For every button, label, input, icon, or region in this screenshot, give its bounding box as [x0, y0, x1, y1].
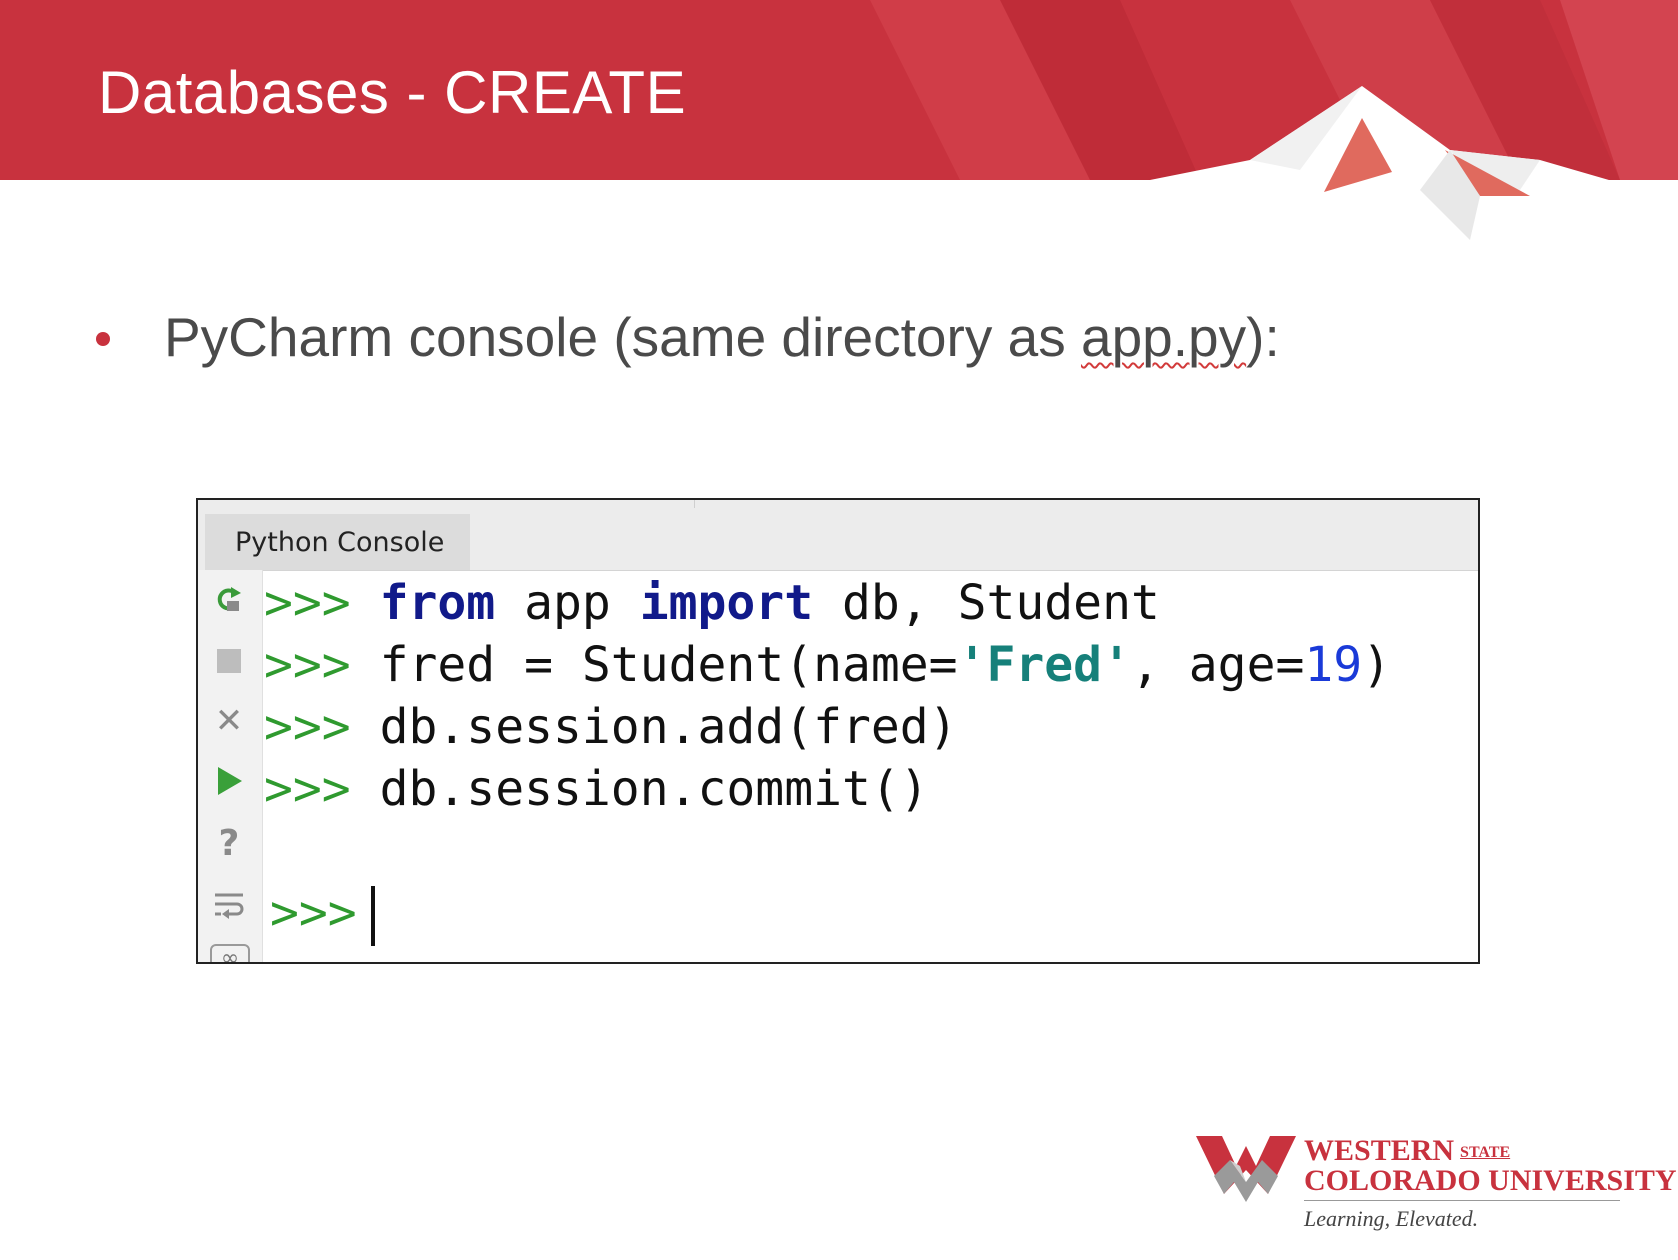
console-line: >>> fred = Student(name='Fred', age=19) — [264, 634, 1391, 696]
help-icon[interactable]: ? — [212, 823, 246, 864]
logo-w-mark-icon — [1196, 1136, 1296, 1202]
console-line: >>> from app import db, Student — [264, 572, 1160, 634]
code-text: app — [495, 575, 640, 631]
rerun-icon[interactable] — [212, 582, 246, 616]
console-toolbar: ✕ ? ∞ — [198, 570, 263, 962]
slide-title: Databases - CREATE — [98, 59, 687, 126]
code-text: db.session.add(fred) — [379, 699, 958, 755]
bullet-dot-icon — [96, 332, 110, 346]
number-literal: 19 — [1304, 637, 1363, 693]
prompt: >>> — [264, 575, 351, 631]
keyword: from — [379, 575, 496, 631]
code-text: db.session.commit() — [379, 761, 929, 817]
code-text: db, Student — [813, 575, 1160, 631]
console-line: >>> db.session.add(fred) — [264, 696, 958, 758]
logo-tagline: Learning, Elevated. — [1304, 1206, 1479, 1231]
console-line: >>> db.session.commit() — [264, 758, 929, 820]
code-text: fred = Student(name= — [379, 637, 958, 693]
string-literal: 'Fred' — [957, 637, 1131, 693]
logo-divider — [1304, 1200, 1620, 1201]
keyword: import — [639, 575, 814, 631]
prompt: >>> — [264, 699, 351, 755]
code-text: ) — [1362, 637, 1392, 693]
console-input-line[interactable]: >>> — [270, 882, 375, 946]
bullet-item: PyCharm console (same directory as app.p… — [96, 305, 1280, 369]
console-output[interactable]: >>> from app import db, Student >>> fred… — [262, 570, 1478, 962]
run-icon[interactable] — [212, 764, 246, 798]
spellcheck-word: app.py — [1080, 306, 1247, 368]
close-icon[interactable]: ✕ — [212, 701, 246, 741]
logo-line-1: WESTERN STATE — [1304, 1134, 1511, 1167]
bullet-text-tail: ): — [1246, 306, 1280, 368]
prompt: >>> — [264, 761, 351, 817]
bullet-text-lead: PyCharm console (same directory as — [164, 306, 1081, 368]
logo-line-2: COLORADO UNIVERSITY — [1304, 1164, 1677, 1197]
python-console: Python Console ✕ ? ∞ >>> from app import… — [196, 498, 1480, 964]
tab-python-console[interactable]: Python Console — [205, 514, 471, 570]
soft-wrap-icon[interactable] — [212, 888, 246, 922]
stop-icon[interactable] — [212, 644, 246, 678]
bullet-text: PyCharm console (same directory as app.p… — [164, 305, 1280, 369]
text-cursor — [370, 886, 375, 946]
prompt: >>> — [270, 885, 357, 941]
logo-state: STATE — [1460, 1144, 1511, 1161]
infinity-icon[interactable]: ∞ — [210, 944, 250, 962]
code-text: , age= — [1130, 637, 1305, 693]
tab-bar-divider — [694, 500, 695, 508]
university-logo: WESTERN STATE COLORADO UNIVERSITY Learnin… — [1196, 1132, 1677, 1232]
prompt: >>> — [264, 637, 351, 693]
console-tab-bar: Python Console — [198, 500, 1478, 571]
